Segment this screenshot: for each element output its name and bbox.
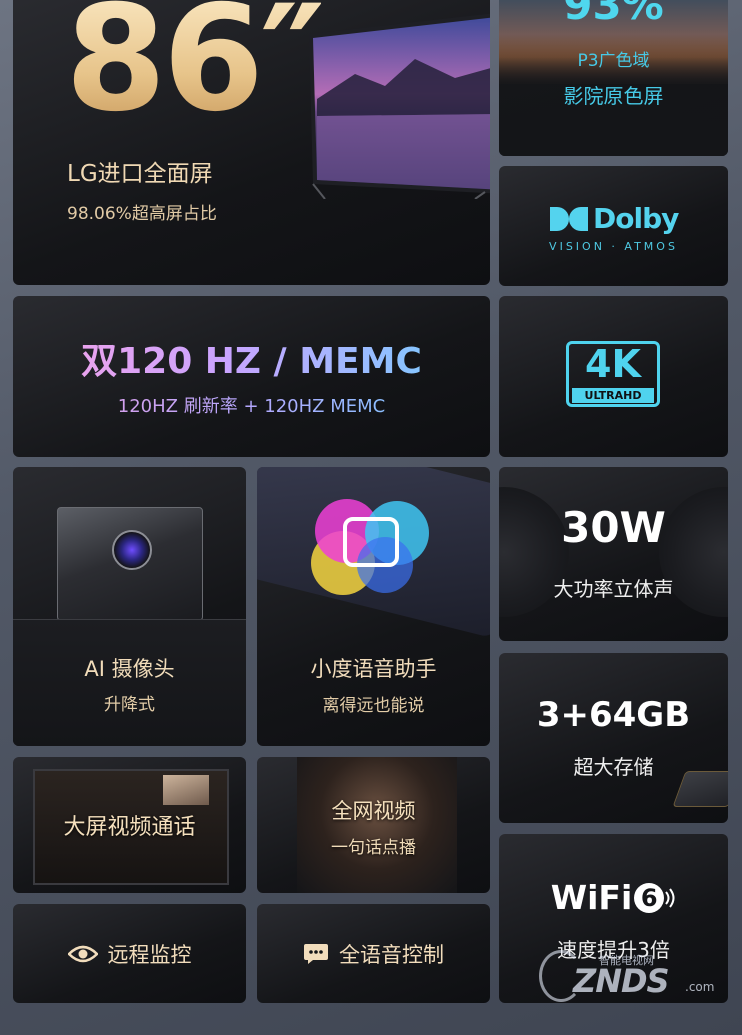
- feature-card-p3-color: 93% P3广色域 影院原色屏: [499, 0, 728, 156]
- feature-card-network-video: 全网视频 一句话点播: [257, 757, 490, 893]
- watermark-brand: ZNDS: [573, 962, 670, 1000]
- feature-card-voice-assistant: 小度语音助手 离得远也能说: [257, 467, 490, 746]
- ai-camera-subtitle: 升降式: [104, 695, 155, 715]
- actress-image: [297, 757, 457, 893]
- wifi-signal-icon: [665, 887, 675, 908]
- audio-power-subtitle: 大功率立体声: [553, 577, 674, 601]
- feature-card-86-inch: 86″ LG进口全面屏 98.06%超高屏占比: [13, 0, 490, 285]
- voice-control-label: 全语音控制: [339, 942, 444, 967]
- chat-bubble-icon: [304, 943, 328, 964]
- tv-product-image: [309, 13, 490, 199]
- feature-card-120hz: 双120 HZ / MEMC 120HZ 刷新率 + 120HZ MEMC: [13, 296, 490, 457]
- screen-ratio-subtitle: 98.06%超高屏占比: [67, 204, 217, 224]
- dolby-logo: Dolby: [549, 202, 679, 235]
- wifi-6-badge: 6: [634, 882, 665, 913]
- remote-monitoring-label: 远程监控: [107, 942, 192, 967]
- wifi-text: WiFi: [550, 878, 633, 917]
- watermark-domain: .com: [685, 980, 715, 994]
- video-call-title: 大屏视频通话: [63, 815, 196, 840]
- ai-camera-title: AI 摄像头: [84, 657, 175, 681]
- cinema-color-label: 影院原色屏: [563, 84, 664, 108]
- network-video-subtitle: 一句话点播: [331, 838, 416, 858]
- voice-assistant-subtitle: 离得远也能说: [322, 696, 425, 716]
- wifi6-logo: WiFi 6: [499, 878, 728, 917]
- feature-card-voice-control: 全语音控制: [257, 904, 490, 1003]
- feature-card-video-call: 大屏视频通话: [13, 757, 246, 893]
- dolby-brand-text: Dolby: [593, 202, 679, 235]
- p3-gamut-label: P3广色域: [577, 51, 650, 71]
- dolby-double-d-icon: [550, 206, 588, 231]
- pip-window-image: [163, 775, 209, 805]
- feature-card-4k: 4K ULTRAHD: [499, 296, 728, 457]
- storage-size-text: 3+64GB: [536, 695, 691, 735]
- camera-lens-icon: [112, 530, 152, 570]
- ultrahd-text: ULTRAHD: [572, 388, 654, 403]
- audio-power-text: 30W: [561, 503, 666, 552]
- voice-assistant-title: 小度语音助手: [310, 657, 437, 681]
- color-gamut-percent: 93%: [563, 0, 664, 29]
- lg-screen-title: LG进口全面屏: [67, 161, 213, 187]
- popup-camera-image: [57, 507, 203, 621]
- feature-card-dolby: Dolby VISION · ATMOS: [499, 166, 728, 286]
- feature-card-remote-monitoring: 远程监控: [13, 904, 246, 1003]
- feature-card-30w-audio: 30W 大功率立体声: [499, 467, 728, 641]
- screen-size-text: 86″: [65, 0, 325, 134]
- eye-icon: [67, 945, 98, 962]
- dolby-vision-atmos-text: VISION · ATMOS: [549, 240, 678, 253]
- feature-card-ai-camera: AI 摄像头 升降式: [13, 467, 246, 746]
- network-video-title: 全网视频: [331, 799, 416, 823]
- refresh-rate-subtitle: 120HZ 刷新率 + 120HZ MEMC: [13, 392, 490, 418]
- 4k-ultrahd-badge: 4K ULTRAHD: [566, 341, 660, 407]
- feature-card-storage: 3+64GB 超大存储: [499, 653, 728, 823]
- 4k-text: 4K: [585, 342, 641, 386]
- znds-watermark: 智能电视网 ZNDS .com: [537, 950, 727, 1002]
- refresh-rate-title: 双120 HZ / MEMC: [13, 332, 490, 384]
- xiaodu-logo-icon: [343, 517, 399, 567]
